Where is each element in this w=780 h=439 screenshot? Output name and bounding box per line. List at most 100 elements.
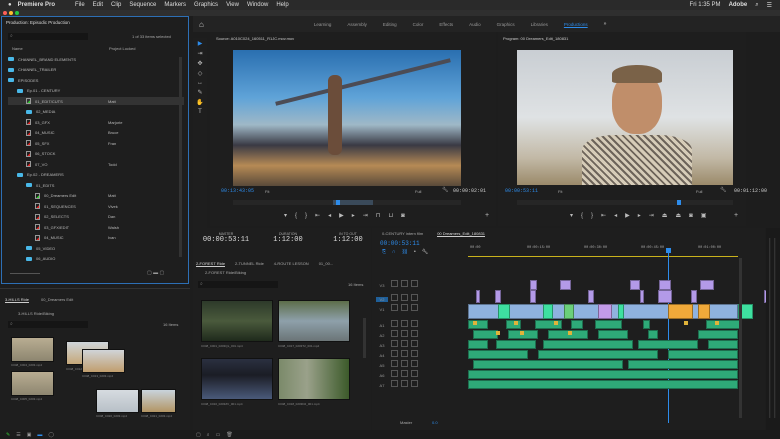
timeline-clip[interactable] bbox=[668, 304, 693, 319]
track-select-icon[interactable]: ⇥ bbox=[197, 50, 202, 57]
column-project-locked[interactable]: Project Locked bbox=[109, 46, 135, 51]
toggle-output-icon[interactable] bbox=[411, 280, 418, 287]
workspace-libraries[interactable]: Libraries bbox=[531, 22, 548, 27]
project-scrollbar[interactable] bbox=[179, 57, 182, 257]
toggle-output-icon[interactable] bbox=[411, 380, 418, 387]
toggle-output-icon[interactable] bbox=[411, 370, 418, 377]
freeform-view-icon[interactable]: ▬ bbox=[37, 432, 42, 438]
lock-icon[interactable] bbox=[391, 280, 398, 287]
lock-icon[interactable] bbox=[391, 370, 398, 377]
step-forward-icon[interactable]: ▸ bbox=[638, 212, 641, 219]
sync-lock-icon[interactable] bbox=[401, 320, 408, 327]
project-item[interactable]: 05_VIDEO bbox=[8, 244, 184, 252]
bin-search-input[interactable]: ⌕ bbox=[198, 281, 278, 288]
project-item[interactable]: 03_GFX/EDIT Walsh bbox=[8, 223, 184, 231]
source-quality-dropdown[interactable]: Full bbox=[415, 189, 421, 194]
timeline-clip[interactable] bbox=[476, 290, 480, 303]
clip-marker[interactable] bbox=[554, 321, 558, 325]
sync-lock-icon[interactable] bbox=[401, 340, 408, 347]
insert-icon[interactable]: ⊓ bbox=[376, 212, 381, 219]
add-marker-icon[interactable]: ▾ bbox=[284, 212, 287, 219]
mark-out-icon[interactable]: } bbox=[305, 213, 307, 219]
linked-selection-icon[interactable]: ⛓︎ bbox=[402, 249, 408, 255]
timeline-clip[interactable] bbox=[598, 330, 628, 339]
workspace-color[interactable]: Color bbox=[413, 22, 424, 27]
menu-markers[interactable]: Markers bbox=[164, 2, 186, 8]
timeline-clip[interactable] bbox=[643, 320, 650, 329]
source-title[interactable]: Source: A010C024_160511_R1JC.mov.mov bbox=[216, 36, 294, 41]
new-item-icon[interactable]: ▢ bbox=[196, 432, 201, 438]
timeline-clip[interactable] bbox=[708, 340, 738, 349]
sync-lock-icon[interactable] bbox=[401, 304, 408, 311]
timeline-clip[interactable] bbox=[543, 340, 633, 349]
timeline-clip[interactable] bbox=[618, 304, 624, 319]
project-item[interactable]: EPISODES bbox=[8, 76, 184, 84]
timeline-clip[interactable] bbox=[538, 350, 658, 359]
menu-list-icon[interactable]: ☰ bbox=[767, 2, 772, 9]
program-title[interactable]: Program: 00 Dreamers_Edit_180831 bbox=[503, 36, 568, 41]
step-forward-icon[interactable]: ▸ bbox=[352, 212, 355, 219]
project-item[interactable]: 06_STOCK bbox=[8, 150, 184, 158]
timeline-settings-icon[interactable]: 🔧︎ bbox=[422, 249, 428, 255]
timeline-clip[interactable] bbox=[468, 350, 528, 359]
clip-thumbnail[interactable] bbox=[141, 389, 176, 413]
list-view-icon[interactable]: ☰ bbox=[16, 432, 20, 438]
project-item[interactable]: 00_Dreamers Edit Matt bbox=[8, 192, 184, 200]
bin-tab-forest[interactable]: 2-FOREST Ride bbox=[196, 261, 226, 267]
add-marker-icon[interactable]: ▾ bbox=[570, 212, 573, 219]
project-item[interactable]: 01_EDIT/CUTS Matt bbox=[8, 97, 184, 105]
sync-lock-icon[interactable] bbox=[401, 370, 408, 377]
workspace-productions[interactable]: Productions bbox=[564, 22, 588, 27]
program-scrubber[interactable] bbox=[517, 200, 733, 205]
pen-icon[interactable]: ✎ bbox=[197, 89, 202, 96]
trash-icon[interactable]: 🗑︎ bbox=[226, 432, 232, 438]
timeline-clip[interactable] bbox=[496, 340, 536, 349]
bin-tab-tunnel[interactable]: 2-TUNNEL Ride bbox=[235, 261, 264, 267]
selection-tool-icon[interactable]: ▶ bbox=[198, 40, 203, 47]
menu-clip[interactable]: Clip bbox=[111, 2, 121, 8]
project-item[interactable]: 07_VO Todd bbox=[8, 160, 184, 168]
bin2-path[interactable]: 3-HILLS Ride/Biking bbox=[18, 311, 54, 316]
workspace-graphics[interactable]: Graphics bbox=[497, 22, 515, 27]
lock-icon[interactable] bbox=[391, 304, 398, 311]
sync-lock-icon[interactable] bbox=[401, 330, 408, 337]
sync-lock-icon[interactable] bbox=[401, 360, 408, 367]
sync-lock-icon[interactable] bbox=[401, 350, 408, 357]
track-header[interactable]: A7 bbox=[376, 380, 418, 388]
workspace-assembly[interactable]: Assembly bbox=[347, 22, 367, 27]
timeline-clip[interactable] bbox=[530, 280, 537, 290]
lock-icon[interactable] bbox=[391, 360, 398, 367]
source-scrubber[interactable] bbox=[233, 200, 461, 205]
clip-marker[interactable] bbox=[715, 321, 719, 325]
timeline-clip[interactable] bbox=[691, 290, 697, 303]
program-quality-dropdown[interactable]: Full bbox=[696, 189, 702, 194]
timeline-clip[interactable] bbox=[495, 290, 501, 303]
home-icon[interactable]: ⌂ bbox=[199, 20, 204, 29]
toggle-output-icon[interactable] bbox=[411, 320, 418, 327]
folder-icon[interactable]: ▭ bbox=[216, 432, 221, 438]
go-to-out-icon[interactable]: ⇥ bbox=[649, 212, 654, 219]
app-name[interactable]: Premiere Pro bbox=[18, 2, 55, 8]
workspace-audio[interactable]: Audio bbox=[469, 22, 481, 27]
timeline-clip[interactable] bbox=[468, 320, 488, 329]
workspace-editing[interactable]: Editing bbox=[383, 22, 397, 27]
step-back-icon[interactable]: ◂ bbox=[614, 212, 617, 219]
toggle-output-icon[interactable] bbox=[411, 330, 418, 337]
timeline-tab-dreamers[interactable]: 00 Dreamers_Edit_180831 bbox=[437, 231, 486, 237]
lock-icon[interactable] bbox=[391, 294, 398, 301]
timeline-clip[interactable] bbox=[648, 330, 658, 339]
program-wrench-icon[interactable]: 🔧︎ bbox=[720, 187, 726, 193]
project-item[interactable]: Ep.01 - CENTURY bbox=[8, 87, 184, 95]
sync-lock-icon[interactable] bbox=[401, 380, 408, 387]
icon-view-icon[interactable]: ▣ bbox=[27, 432, 32, 438]
toggle-output-icon[interactable] bbox=[411, 360, 418, 367]
project-item[interactable]: Ep.02 - DREAMERS bbox=[8, 171, 184, 179]
project-item[interactable]: 01_EDITS bbox=[8, 181, 184, 189]
menu-sequence[interactable]: Sequence bbox=[129, 2, 156, 8]
timeline-clip[interactable] bbox=[498, 304, 510, 319]
playhead[interactable] bbox=[665, 248, 671, 423]
track-header[interactable]: V2 bbox=[376, 294, 418, 302]
export-frame-icon[interactable]: ◙ bbox=[689, 213, 693, 219]
workspace-effects[interactable]: Effects bbox=[439, 22, 453, 27]
more-workspaces-icon[interactable]: » bbox=[604, 21, 607, 27]
